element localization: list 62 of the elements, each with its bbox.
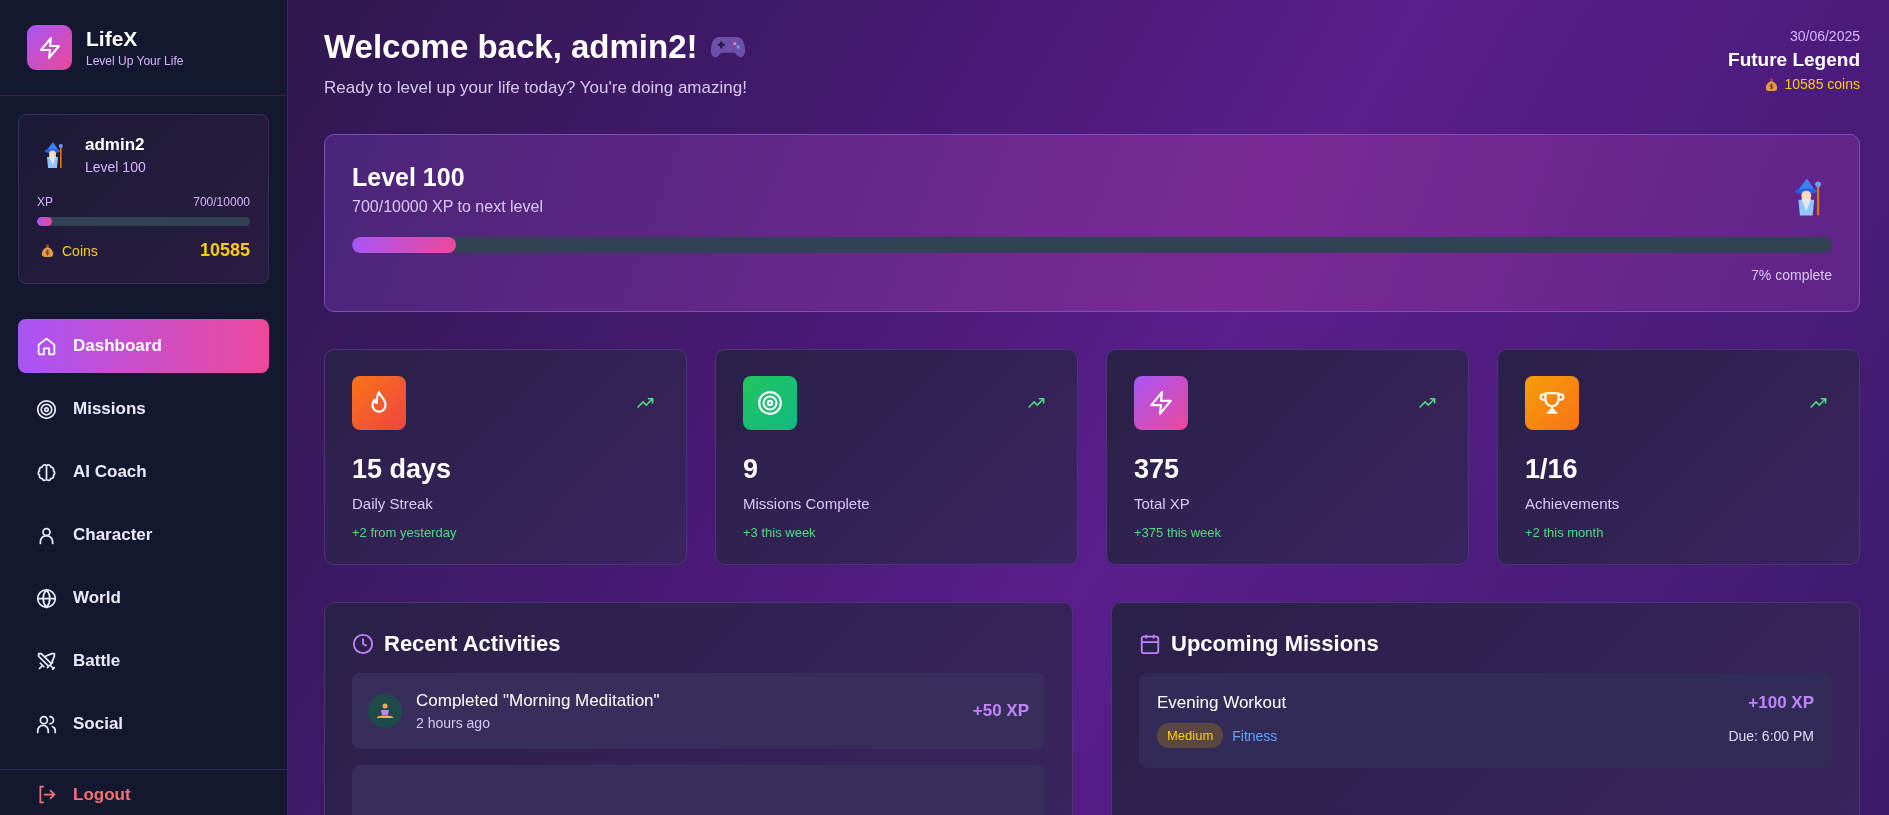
percent-complete: 7% complete [1750,267,1832,283]
coins-label: Coins [62,242,98,259]
activity-time: 2 hours ago [416,715,491,731]
mission-name: Evening Workout [1157,693,1287,713]
welcome-subtitle: Ready to level up your life today? You're doing amazing! [324,78,747,98]
money-bag-icon [1765,76,1779,92]
logout-button[interactable]: Logout [18,784,149,805]
stat-label: Total XP [1134,495,1191,512]
brand-tagline: Level Up Your Life [86,54,184,68]
meditation-icon [368,694,402,728]
stat-value: 375 [1134,454,1181,485]
stat-change: +2 this month [1525,525,1605,540]
coins-value: 10585 [199,240,250,261]
swords-icon [36,650,57,672]
stat-label: Daily Streak [352,495,434,512]
xp-label: XP [37,195,53,209]
target-icon [36,398,57,420]
home-icon [36,335,57,357]
activity-title: Completed "Morning Meditation" [416,691,661,711]
welcome-title: Welcome back, admin2! [324,28,698,66]
bolt-icon [1148,390,1174,416]
nav-item[interactable]: Missions [18,382,269,436]
level-title: Level 100 [352,163,466,192]
username: admin2 [85,135,146,155]
nav-item[interactable]: Dashboard [18,319,269,373]
stat-value: 1/16 [1525,454,1579,485]
date: 30/06/2025 [1789,28,1860,44]
brand-name: LifeX [86,27,139,51]
user-level: Level 100 [85,159,146,175]
panel-title: Upcoming Missions [1171,631,1379,657]
mission-due: Due: 6:00 PM [1728,727,1814,744]
xp-value: 700/10000 [193,195,250,209]
rank-title: Future Legend [1728,49,1860,71]
difficulty-tag: Medium [1157,723,1224,748]
panel-title: Recent Activities [384,631,561,657]
stat-value: 15 days [352,454,453,485]
level-subtitle: 700/10000 XP to next level [352,198,543,216]
mission-xp: +100 XP [1748,693,1814,713]
activity-xp: +50 XP [972,701,1029,721]
globe-icon [36,587,57,609]
category-tag: Fitness [1232,727,1278,744]
nav-item[interactable]: Character [18,508,269,562]
bolt-icon [37,35,62,60]
clock-icon [352,633,374,655]
stat-label: Missions Complete [743,495,871,512]
stat-label: Achievements [1525,495,1621,512]
brain-icon [36,461,57,483]
coins-total: 10585 coins [1784,76,1860,92]
stat-change: +375 this week [1134,525,1223,540]
money-bag-icon [41,243,54,258]
game-controller-icon [709,35,746,59]
stat-value: 9 [743,454,760,485]
nav-item[interactable]: AI Coach [18,445,269,499]
users-icon [36,713,57,735]
target-icon [757,390,783,416]
stat-change: +3 this week [743,525,817,540]
nav-item[interactable]: Battle [18,634,269,688]
nav-item[interactable]: Social [18,697,269,751]
stat-change: +2 from yesterday [352,525,458,540]
nav-item[interactable]: World [18,571,269,625]
calendar-icon [1139,633,1161,655]
trophy-icon [1539,390,1565,416]
